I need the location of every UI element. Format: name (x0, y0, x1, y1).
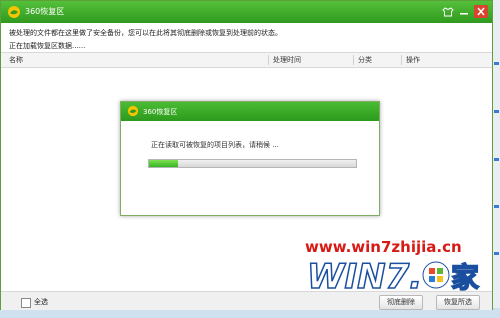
select-all-checkbox[interactable] (21, 298, 31, 308)
background-marker (494, 62, 499, 65)
info-text: 被处理的文件都在这里做了安全备份，您可以在此将其彻底删除或恢复到处理前的状态。 (9, 29, 282, 37)
close-icon (477, 7, 485, 16)
win7-watermark-logo: WIN7. 家 (306, 256, 480, 295)
watermark-url: www.win7zhijia.cn (305, 238, 462, 256)
background-marker (494, 110, 499, 113)
column-name[interactable]: 名称 (9, 55, 23, 65)
dialog-title: 360恢复区 (143, 108, 178, 116)
column-action[interactable]: 操作 (401, 55, 420, 65)
background-marker (494, 252, 499, 255)
table-header: 名称 处理时间 分类 操作 (1, 52, 492, 68)
background-marker (494, 205, 499, 208)
skin-button[interactable] (441, 5, 455, 18)
window-title: 360恢复区 (25, 7, 65, 16)
minimize-button[interactable] (457, 5, 471, 18)
svg-text:家: 家 (451, 261, 479, 294)
360-logo-icon (8, 6, 20, 18)
title-bar[interactable]: 360恢复区 (1, 1, 492, 23)
dialog-message: 正在读取可被恢复的项目列表，请稍候 ... (151, 141, 279, 149)
loading-status: 正在加载恢复区数据...... (9, 42, 86, 50)
delete-button[interactable]: 彻底删除 (379, 295, 423, 310)
minimize-icon (460, 13, 468, 15)
loading-dialog: 360恢复区 正在读取可被恢复的项目列表，请稍候 ... (120, 101, 380, 216)
select-all-label[interactable]: 全选 (34, 297, 48, 307)
svg-text:WIN7.: WIN7. (307, 257, 422, 295)
column-time[interactable]: 处理时间 (268, 55, 301, 65)
column-category[interactable]: 分类 (353, 55, 372, 65)
close-button[interactable] (474, 5, 488, 18)
360-logo-icon (127, 105, 139, 117)
restore-button[interactable]: 恢复所选 (436, 295, 480, 310)
background-window-edge (492, 0, 500, 318)
shirt-icon (442, 7, 454, 17)
background-marker (494, 158, 499, 161)
dialog-title-bar[interactable]: 360恢复区 (121, 102, 379, 121)
progress-fill (149, 160, 178, 167)
progress-bar (148, 159, 357, 168)
